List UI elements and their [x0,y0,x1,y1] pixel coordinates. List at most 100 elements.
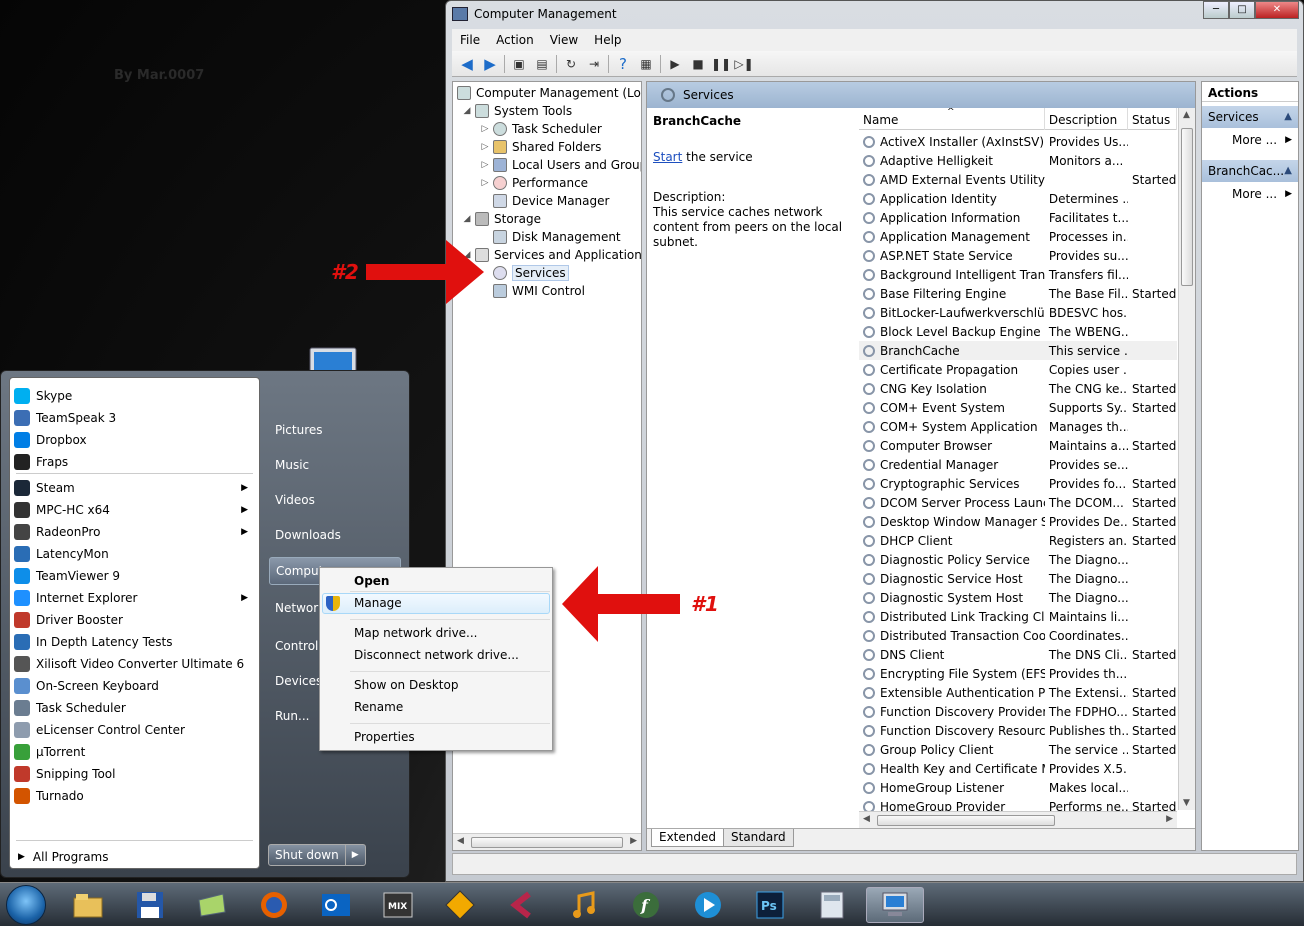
help-icon[interactable]: ? [614,55,632,73]
column-name[interactable]: Name ^ [859,108,1045,130]
program-item[interactable]: Skype [14,386,254,406]
outlook-icon[interactable] [318,887,354,923]
play-icon[interactable]: ▶ [666,55,684,73]
column-description[interactable]: Description [1045,108,1129,130]
expand-icon[interactable]: ▷ [479,142,491,152]
table-row[interactable]: Computer Browser Maintains a... Started [859,436,1177,455]
floppy-icon[interactable] [132,887,168,923]
start-music[interactable]: Music [275,458,309,472]
tree-local-users[interactable]: ▷ Local Users and Groups [479,156,641,174]
expand-icon[interactable]: ▷ [479,160,491,170]
menu-help[interactable]: Help [594,33,621,47]
program-item[interactable]: Fraps [14,452,254,472]
start-downloads[interactable]: Downloads [275,528,341,542]
tab-standard[interactable]: Standard [723,829,794,847]
actions-section-services[interactable]: Services ▲ [1202,106,1298,128]
explorer-icon[interactable] [70,887,106,923]
tree-task-scheduler[interactable]: ▷ Task Scheduler [479,120,602,138]
all-programs[interactable]: ▶ All Programs [18,850,109,864]
table-row[interactable]: Adaptive Helligkeit Monitors a... [859,151,1177,170]
program-item[interactable]: eLicenser Control Center [14,720,254,740]
table-row[interactable]: DHCP Client Registers an... Started [859,531,1177,550]
menu-open[interactable]: Open [354,574,389,588]
properties-icon[interactable]: ▦ [637,55,655,73]
program-item[interactable]: LatencyMon [14,544,254,564]
table-row[interactable]: Credential Manager Provides se... [859,455,1177,474]
tree-performance[interactable]: ▷ Performance [479,174,588,192]
menu-manage[interactable]: Manage [354,596,402,610]
table-row[interactable]: Block Level Backup Engine S...The WBENG.… [859,322,1177,341]
start-orb-icon[interactable] [6,885,46,925]
scroll-down-icon[interactable]: ▼ [1183,798,1190,808]
table-row[interactable]: BitLocker-Laufwerkverschlüs... BDESVC hos… [859,303,1177,322]
scroll-left-icon[interactable]: ◀ [863,814,870,824]
column-status[interactable]: Status [1128,108,1177,130]
table-row[interactable]: Application Information Facilitates t... [859,208,1177,227]
tree-device-manager[interactable]: Device Manager [493,192,609,210]
music-icon[interactable] [566,887,602,923]
program-item[interactable]: Steam ▶ [14,478,254,498]
action-more-services[interactable]: More ... ▶ [1202,128,1298,150]
list-vertical-scrollbar[interactable]: ▲ ▼ [1178,108,1195,810]
action-more-branchcache[interactable]: More ... ▶ [1202,182,1298,204]
table-row[interactable]: DCOM Server Process Launc... The DCOM... S… [859,493,1177,512]
scroll-thumb[interactable] [1181,128,1193,286]
table-row[interactable]: Application Identity Determines ... [859,189,1177,208]
scroll-up-icon[interactable]: ▲ [1183,110,1190,120]
table-row[interactable]: Encrypting File System (EFS) Provides th.… [859,664,1177,683]
table-row[interactable]: Diagnostic Policy Service The Diagno... [859,550,1177,569]
start-service-link[interactable]: Start [653,150,682,164]
expand-icon[interactable]: ◢ [461,106,473,116]
shutdown-options-icon[interactable]: ▶ [345,844,366,866]
program-item[interactable]: µTorrent [14,742,254,762]
table-row[interactable]: CNG Key Isolation The CNG ke... Started [859,379,1177,398]
cubase-icon[interactable] [504,887,540,923]
table-row[interactable]: COM+ Event System Supports Sy... Started [859,398,1177,417]
program-item[interactable]: Xilisoft Video Converter Ultimate 6 [14,654,254,674]
flstudio-icon[interactable]: f [628,887,664,923]
tree-root[interactable]: Computer Management (Local [457,84,641,102]
table-row[interactable]: Certificate Propagation Copies user ... [859,360,1177,379]
expand-icon[interactable]: ◢ [461,214,473,224]
minimize-button[interactable]: ─ [1203,1,1229,19]
maximize-button[interactable]: □ [1229,1,1255,19]
tree-shared-folders[interactable]: ▷ Shared Folders [479,138,601,156]
title-bar[interactable]: Computer Management ─ □ ✕ [446,1,1303,27]
menu-view[interactable]: View [550,33,578,47]
up-folder-icon[interactable]: ▣ [510,55,528,73]
table-row[interactable]: Function Discovery Provider ... The FDPHO… [859,702,1177,721]
menu-rename[interactable]: Rename [354,700,403,714]
photoshop-icon[interactable]: Ps [752,887,788,923]
start-pictures[interactable]: Pictures [275,423,323,437]
program-item[interactable]: Turnado [14,786,254,806]
scroll-right-icon[interactable]: ▶ [1166,814,1173,824]
scroll-thumb[interactable] [877,815,1055,826]
table-row[interactable]: Cryptographic Services Provides fo... Star… [859,474,1177,493]
scroll-thumb[interactable] [471,837,623,848]
program-item[interactable]: Dropbox [14,430,254,450]
list-horizontal-scrollbar[interactable]: ◀ ▶ [859,811,1177,828]
start-run[interactable]: Run... [275,709,309,723]
tree-services[interactable]: Services [493,264,569,282]
table-row[interactable]: ASP.NET State Service Provides su... [859,246,1177,265]
table-row[interactable]: Distributed Link Tracking Cli... Maintain… [859,607,1177,626]
table-row[interactable]: Base Filtering Engine The Base Fil... Star… [859,284,1177,303]
tree-storage[interactable]: ◢ Storage [461,210,541,228]
tree-services-apps[interactable]: ◢ Services and Applications [461,246,641,264]
table-row[interactable]: HomeGroup Listener Makes local... [859,778,1177,797]
table-row[interactable]: AMD External Events Utility Started [859,170,1177,189]
start-network[interactable]: Network [275,601,325,615]
tree-horizontal-scrollbar[interactable]: ◀ ▶ [453,833,641,850]
tree-disk-management[interactable]: Disk Management [493,228,621,246]
table-row[interactable]: Distributed Transaction Coor... Coordinat… [859,626,1177,645]
menu-file[interactable]: File [460,33,480,47]
actions-section-branchcache[interactable]: BranchCac... ▲ [1202,160,1298,182]
menu-disconnect-drive[interactable]: Disconnect network drive... [354,648,519,662]
mixcraft-icon[interactable]: MIX [380,887,416,923]
program-item[interactable]: Snipping Tool [14,764,254,784]
table-row[interactable]: Extensible Authentication Pr... The Exten… [859,683,1177,702]
table-row[interactable]: Background Intelligent Trans... Transfers… [859,265,1177,284]
table-row[interactable]: COM+ System Application Manages th... [859,417,1177,436]
menu-properties[interactable]: Properties [354,730,415,744]
close-button[interactable]: ✕ [1255,1,1299,19]
